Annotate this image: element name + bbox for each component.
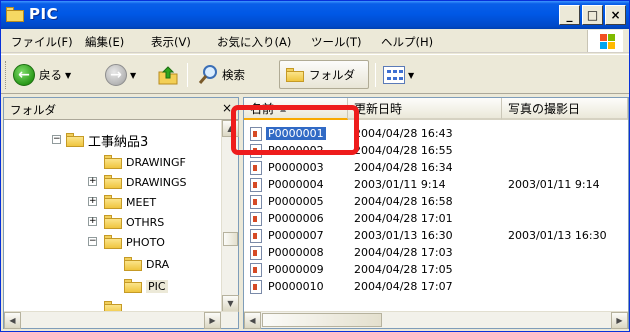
image-file-icon [250, 229, 262, 243]
collapse-icon[interactable]: − [88, 237, 97, 246]
back-arrow-icon: ← [13, 64, 35, 86]
folders-pane-title: フォルダ [10, 103, 56, 117]
forward-arrow-icon: → [105, 64, 127, 86]
chevron-down-icon[interactable]: ▼ [408, 71, 414, 80]
folder-icon [104, 215, 122, 229]
menu-help[interactable]: ヘルプ(H) [381, 34, 433, 50]
folder-icon [286, 68, 304, 82]
file-row[interactable]: P0000008 2004/04/28 17:03 [244, 245, 628, 261]
expand-icon[interactable]: + [88, 217, 97, 226]
back-label: 戻る [39, 68, 62, 82]
tree-item-dra[interactable]: DRA [124, 254, 169, 274]
expand-icon[interactable]: + [88, 177, 97, 186]
search-button[interactable]: 検索 [197, 62, 245, 88]
menu-bar: ファイル(F) 編集(E) 表示(V) お気に入り(A) ツール(T) ヘルプ(… [1, 29, 629, 53]
folders-vertical-scrollbar[interactable]: ▲ ▼ [221, 120, 239, 312]
minimize-button[interactable]: _ [559, 5, 580, 25]
folder-icon [104, 195, 122, 209]
views-icon [383, 66, 405, 84]
search-icon [198, 65, 217, 84]
column-header-name[interactable]: 名前 ▲ [244, 98, 348, 120]
collapse-icon[interactable]: − [52, 135, 61, 144]
image-file-icon [250, 263, 262, 277]
image-file-icon [250, 144, 262, 158]
close-button[interactable]: × [605, 5, 626, 25]
search-label: 検索 [222, 68, 245, 82]
windows-logo-icon [587, 30, 623, 52]
title-bar[interactable]: PIC _ □ × [1, 1, 629, 29]
sort-ascending-icon: ▲ [280, 103, 287, 113]
menu-file[interactable]: ファイル(F) [11, 34, 73, 50]
file-row[interactable]: P0000002 2004/04/28 16:55 [244, 143, 628, 159]
tree-item-koji[interactable]: − 工事納品3 [52, 130, 148, 150]
menu-view[interactable]: 表示(V) [151, 34, 191, 50]
file-row[interactable]: P0000006 2004/04/28 17:01 [244, 211, 628, 227]
back-button[interactable]: ← 戻る ▼ [13, 62, 71, 88]
scroll-left-icon[interactable]: ◀ [244, 312, 261, 329]
scroll-thumb[interactable] [262, 313, 382, 327]
folders-button[interactable]: フォルダ [279, 60, 369, 89]
folders-horizontal-scrollbar[interactable]: ◀ ▶ [4, 311, 238, 329]
tree-item-othrs[interactable]: + OTHRS [88, 212, 164, 232]
up-folder-icon [158, 66, 178, 85]
folder-icon [104, 175, 122, 189]
image-file-icon [250, 127, 262, 141]
window-title: PIC [29, 5, 59, 23]
file-row[interactable]: P0000001 2004/04/28 16:43 [244, 126, 628, 142]
folders-pane: フォルダ × − 工事納品3 DRAWINGF + DRAWINGS + MEE… [3, 97, 239, 329]
file-list-horizontal-scrollbar[interactable]: ◀ ▶ [244, 311, 628, 329]
folder-icon [6, 7, 24, 22]
folder-tree: − 工事納品3 DRAWINGF + DRAWINGS + MEET + OTH… [4, 120, 222, 312]
up-folder-button[interactable] [157, 62, 179, 88]
file-row[interactable]: P0000004 2003/01/11 9:14 2003/01/11 9:14 [244, 177, 628, 193]
tree-item-drawingf[interactable]: DRAWINGF [104, 152, 186, 172]
chevron-down-icon[interactable]: ▼ [65, 71, 71, 80]
chevron-down-icon[interactable]: ▼ [130, 71, 136, 80]
menu-tools[interactable]: ツール(T) [311, 34, 362, 50]
menu-edit[interactable]: 編集(E) [85, 34, 124, 50]
column-header-date-taken[interactable]: 写真の撮影日 [502, 98, 628, 120]
image-file-icon [250, 212, 262, 226]
folders-pane-header: フォルダ × [4, 98, 238, 120]
scroll-thumb[interactable] [223, 232, 238, 246]
file-row[interactable]: P0000005 2004/04/28 16:58 [244, 194, 628, 210]
scroll-up-icon[interactable]: ▲ [222, 120, 239, 137]
tree-item-pic[interactable]: PIC [124, 276, 168, 296]
folder-icon [104, 155, 122, 169]
open-folder-icon [124, 279, 142, 293]
folders-label: フォルダ [309, 68, 355, 82]
tree-item-meet[interactable]: + MEET [88, 192, 156, 212]
close-icon[interactable]: × [222, 101, 232, 115]
file-row[interactable]: P0000009 2004/04/28 17:05 [244, 262, 628, 278]
tree-item-photo[interactable]: − PHOTO [88, 232, 165, 252]
menu-favorites[interactable]: お気に入り(A) [217, 34, 291, 50]
file-row[interactable]: P0000003 2004/04/28 16:34 [244, 160, 628, 176]
tree-item-partial[interactable] [104, 298, 122, 312]
image-file-icon [250, 195, 262, 209]
maximize-button[interactable]: □ [582, 5, 603, 25]
expand-icon[interactable]: + [88, 197, 97, 206]
scroll-right-icon[interactable]: ▶ [611, 312, 628, 329]
views-button[interactable]: ▼ [383, 62, 414, 88]
file-row[interactable]: P0000007 2003/01/13 16:30 2003/01/13 16:… [244, 228, 628, 244]
explorer-window: PIC _ □ × ファイル(F) 編集(E) 表示(V) お気に入り(A) ツ… [0, 0, 630, 332]
toolbar: ← 戻る ▼ → ▼ 検索 フォルダ ▼ [1, 54, 629, 94]
file-list-pane: 名前 ▲ 更新日時 写真の撮影日 P0000001 2004/04/28 16:… [243, 97, 629, 329]
folder-icon [124, 257, 142, 271]
scroll-down-icon[interactable]: ▼ [222, 295, 239, 312]
image-file-icon [250, 178, 262, 192]
image-file-icon [250, 246, 262, 260]
folder-icon [66, 133, 84, 147]
image-file-icon [250, 280, 262, 294]
tree-item-drawings[interactable]: + DRAWINGS [88, 172, 186, 192]
column-header-modified[interactable]: 更新日時 [348, 98, 502, 120]
forward-button[interactable]: → ▼ [105, 62, 136, 88]
image-file-icon [250, 161, 262, 175]
file-row[interactable]: P0000010 2004/04/28 17:07 [244, 279, 628, 295]
scroll-right-icon[interactable]: ▶ [204, 312, 221, 329]
folder-icon [104, 235, 122, 249]
scroll-left-icon[interactable]: ◀ [4, 312, 21, 329]
